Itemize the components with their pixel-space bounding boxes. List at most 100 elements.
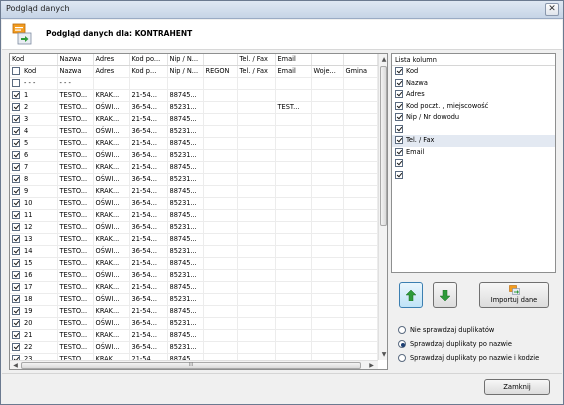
grid-cell: OŚWI...	[93, 317, 130, 330]
scroll-right-arrow-icon[interactable]: ▶	[367, 362, 376, 369]
row-checkbox[interactable]	[12, 307, 20, 315]
radio-no-duplicates-label: Nie sprawdzaj duplikatów	[410, 326, 495, 334]
row-checkbox[interactable]	[12, 319, 20, 327]
row-checkbox[interactable]	[12, 223, 20, 231]
table-row[interactable]: 17 TESTO... KRAK... 21-54... 88745...	[10, 281, 378, 294]
column-list-item[interactable]: Adres	[392, 89, 555, 101]
vertical-scrollbar[interactable]: ▲ ▼	[378, 54, 387, 360]
row-checkbox[interactable]	[12, 79, 20, 87]
close-button[interactable]: Zamknij	[484, 379, 550, 395]
grid-cell	[311, 185, 344, 198]
column-checkbox[interactable]	[395, 78, 403, 87]
table-row[interactable]: 3 TESTO... KRAK... 21-54... 88745...	[10, 113, 378, 126]
row-checkbox[interactable]	[12, 295, 20, 303]
table-row[interactable]: 16 TESTO... OŚWI... 36-54... 85231...	[10, 269, 378, 282]
column-list-item[interactable]: Kod	[392, 66, 555, 78]
select-all-checkbox[interactable]	[12, 67, 20, 75]
column-list-item[interactable]: Tel. / Fax	[392, 135, 555, 147]
vertical-scroll-thumb[interactable]	[380, 66, 387, 226]
column-list-item[interactable]: Nip / Nr dowodu	[392, 112, 555, 124]
column-checkbox[interactable]	[395, 101, 403, 110]
row-checkbox[interactable]	[12, 115, 20, 123]
table-row[interactable]: 10 TESTO... OŚWI... 36-54... 85231...	[10, 197, 378, 210]
column-checkbox[interactable]	[395, 90, 403, 98]
row-checkbox[interactable]	[12, 343, 20, 351]
row-checkbox[interactable]	[12, 139, 20, 147]
table-row[interactable]: 19 TESTO... KRAK... 21-54... 88745...	[10, 305, 378, 318]
radio-check-by-name-and-code[interactable]: Sprawdzaj duplikaty po nazwie i kodzie	[398, 354, 539, 363]
data-grid[interactable]: Kod Nazwa Adres Kod po... Nip / N... Tel. / F…	[9, 53, 388, 370]
column-checkbox[interactable]	[395, 67, 403, 75]
table-row[interactable]: 6 TESTO... OŚWI... 36-54... 85231...	[10, 149, 378, 162]
row-checkbox[interactable]	[12, 175, 20, 183]
table-row[interactable]: 12 TESTO... OŚWI... 36-54... 85231...	[10, 221, 378, 234]
column-list-item[interactable]	[392, 124, 555, 136]
table-row[interactable]: 7 TESTO... KRAK... 21-54... 88745...	[10, 161, 378, 174]
column-checkbox[interactable]	[395, 159, 403, 167]
row-checkbox[interactable]	[12, 151, 20, 159]
row-checkbox[interactable]	[12, 271, 20, 279]
column-list-item[interactable]	[392, 170, 555, 182]
column-checkbox[interactable]	[395, 124, 403, 133]
title-bar[interactable]: Podgląd danych ✕	[1, 1, 563, 19]
grid-cell	[203, 341, 238, 354]
row-checkbox[interactable]	[12, 91, 20, 99]
column-list-item[interactable]: Kod poczt. , miejscowość	[392, 101, 555, 113]
table-row[interactable]: 21 TESTO... KRAK... 21-54... 88745...	[10, 329, 378, 342]
table-row[interactable]: 11 TESTO... KRAK... 21-54... 88745...	[10, 209, 378, 222]
scroll-down-arrow-icon[interactable]: ▼	[380, 350, 387, 359]
table-row[interactable]: 4 TESTO... OŚWI... 36-54... 85231...	[10, 125, 378, 138]
column-list-item[interactable]	[392, 158, 555, 170]
grid-cell	[237, 89, 276, 102]
row-checkbox[interactable]	[12, 199, 20, 207]
import-data-button[interactable]: Importuj dane	[479, 282, 549, 308]
scroll-left-arrow-icon[interactable]: ◀	[11, 362, 20, 369]
horizontal-scroll-thumb[interactable]: III	[21, 362, 361, 369]
table-row[interactable]: 15 TESTO... KRAK... 21-54... 88745...	[10, 257, 378, 270]
row-checkbox[interactable]	[12, 127, 20, 135]
table-row[interactable]: 5 TESTO... KRAK... 21-54... 88745...	[10, 137, 378, 150]
row-checkbox[interactable]	[12, 163, 20, 171]
import-icon	[508, 285, 520, 295]
grid-cell	[275, 185, 312, 198]
radio-check-by-name[interactable]: Sprawdzaj duplikaty po nazwie	[398, 340, 512, 349]
grid-cell	[203, 245, 238, 258]
table-row[interactable]: 1 TESTO... KRAK... 21-54... 88745...	[10, 89, 378, 102]
grid-cell	[237, 329, 276, 342]
column-list-item[interactable]: Email	[392, 147, 555, 159]
table-row[interactable]: 2 TESTO... OŚWI... 36-54... 85231... TEST...	[10, 101, 378, 114]
column-list-item[interactable]: Nazwa	[392, 78, 555, 90]
grid-cell: 2	[10, 101, 58, 114]
column-checkbox[interactable]	[395, 113, 403, 121]
table-row[interactable]: 14 TESTO... OŚWI... 36-54... 85231...	[10, 245, 378, 258]
column-list-title: Lista kolumn	[392, 54, 555, 66]
row-checkbox[interactable]	[12, 283, 20, 291]
radio-no-duplicates[interactable]: Nie sprawdzaj duplikatów	[398, 326, 494, 335]
row-checkbox[interactable]	[12, 103, 20, 111]
column-checkbox[interactable]	[395, 147, 403, 156]
radio-check-by-name-circle[interactable]	[398, 340, 406, 348]
horizontal-scrollbar[interactable]: ◀ III ▶	[10, 360, 378, 369]
column-checkbox[interactable]	[395, 136, 403, 144]
table-row[interactable]: 22 TESTO... OŚWI... 36-54... 85231...	[10, 341, 378, 354]
table-row[interactable]: 9 TESTO... KRAK... 21-54... 88745...	[10, 185, 378, 198]
table-row[interactable]: 8 TESTO... OŚWI... 36-54... 85231...	[10, 173, 378, 186]
row-checkbox[interactable]	[12, 259, 20, 267]
table-row[interactable]: 18 TESTO... OŚWI... 36-54... 85231...	[10, 293, 378, 306]
radio-check-by-name-and-code-circle[interactable]	[398, 354, 406, 362]
row-checkbox[interactable]	[12, 331, 20, 339]
radio-no-duplicates-circle[interactable]	[398, 326, 406, 334]
move-down-button[interactable]	[433, 282, 457, 308]
column-checkbox[interactable]	[395, 170, 403, 179]
scroll-up-arrow-icon[interactable]: ▲	[380, 55, 387, 64]
row-checkbox[interactable]	[12, 235, 20, 243]
row-checkbox[interactable]	[12, 187, 20, 195]
table-row[interactable]: 13 TESTO... KRAK... 21-54... 88745...	[10, 233, 378, 246]
row-checkbox[interactable]	[12, 211, 20, 219]
close-window-button[interactable]: ✕	[545, 3, 559, 16]
row-checkbox[interactable]	[12, 247, 20, 255]
move-up-button[interactable]	[399, 282, 423, 308]
grid-cell	[343, 209, 378, 222]
table-row[interactable]: 20 TESTO... OŚWI... 36-54... 85231...	[10, 317, 378, 330]
grid-mapped-cell: Woje...	[311, 65, 344, 78]
